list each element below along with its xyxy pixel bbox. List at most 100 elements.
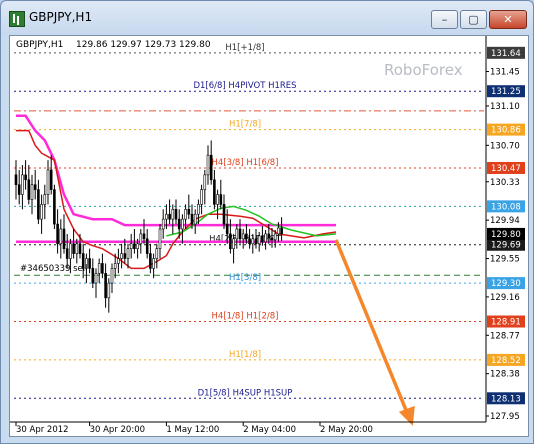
candle-body xyxy=(120,253,123,259)
candle-body xyxy=(277,227,280,235)
level-label: H1[7/8] xyxy=(229,120,261,130)
candle-body xyxy=(257,235,261,245)
candle-body xyxy=(62,228,66,249)
candle-body xyxy=(78,243,82,254)
price-tag-label: 128.13 xyxy=(491,394,521,404)
candle-body xyxy=(24,174,27,181)
price-tick-label: 128.77 xyxy=(490,331,520,341)
price-tick-label: 131.45 xyxy=(490,68,520,78)
time-tick-label: 30 Apr 20:00 xyxy=(90,425,145,435)
candle-body xyxy=(129,243,133,249)
candle-body xyxy=(30,184,34,200)
symbol-label: GBPJPY,H1 xyxy=(16,40,63,50)
time-tick-label: 2 May 20:00 xyxy=(320,425,373,435)
candle-body xyxy=(161,218,165,230)
level-label: H1[3/8] xyxy=(229,273,261,283)
candle-body xyxy=(101,263,104,274)
candle-body xyxy=(158,228,162,249)
candle-body xyxy=(264,233,267,243)
candle-body xyxy=(200,189,203,205)
window-title: GBPJPY,H1 xyxy=(29,10,93,24)
candle-body xyxy=(241,233,245,240)
candle-body xyxy=(21,174,24,195)
price-tag-label: 129.69 xyxy=(491,241,521,251)
level-label: H1[1/8] xyxy=(229,350,261,360)
level-label: H1[+1/8] xyxy=(225,43,264,53)
price-tag-label: 131.25 xyxy=(491,87,521,97)
title-bar[interactable]: GBPJPY,H1 – ▢ ✕ xyxy=(1,1,533,35)
candle-body xyxy=(206,154,210,176)
candle-body xyxy=(117,258,120,264)
candle-body xyxy=(59,228,63,245)
candle-body xyxy=(209,154,213,181)
candle-body xyxy=(49,169,53,190)
maximize-button[interactable]: ▢ xyxy=(460,10,487,29)
candle-body xyxy=(197,204,200,215)
candle-body xyxy=(177,218,181,230)
time-tick-label: 30 Apr 2012 xyxy=(16,425,69,435)
candle-body xyxy=(142,233,146,240)
candle-body xyxy=(280,227,283,235)
chart-area[interactable]: GBPJPY,H1 129.86 129.97 129.73 129.80 Ro… xyxy=(9,35,529,437)
candle-body xyxy=(235,228,239,240)
candle-body xyxy=(181,218,184,230)
candle-body xyxy=(88,258,91,269)
level-label: H4[3/8] H1[6/8] xyxy=(212,158,279,168)
candle-body xyxy=(251,238,255,245)
candle-body xyxy=(232,238,235,249)
candle-body xyxy=(46,169,50,195)
candle-body xyxy=(187,209,191,215)
candle-body xyxy=(219,194,223,205)
candle-body xyxy=(97,263,101,274)
candle-body xyxy=(69,243,72,259)
price-tag-label: 131.64 xyxy=(491,49,521,59)
candle-body xyxy=(43,194,47,205)
candle-body xyxy=(190,213,194,225)
watermark: RoboForex xyxy=(384,61,463,79)
candle-body xyxy=(136,243,139,249)
price-tag-label: 128.91 xyxy=(491,318,521,328)
candle-body xyxy=(248,238,251,245)
price-tick-label: 129.55 xyxy=(490,255,520,265)
candle-body xyxy=(229,233,232,249)
candle-body xyxy=(17,184,21,195)
candle-body xyxy=(203,174,207,190)
close-icon: ✕ xyxy=(503,13,513,26)
price-scale[interactable]: 131.45 131.10 130.70 130.33 129.94 129.55 129.… xyxy=(485,36,525,422)
minimize-icon: – xyxy=(441,13,448,26)
candle-body xyxy=(107,282,111,299)
candle-body xyxy=(72,243,75,254)
price-tag-label: 128.52 xyxy=(491,356,521,366)
candle-body xyxy=(174,209,178,220)
price-tick-label: 129.94 xyxy=(490,216,520,226)
candle-body xyxy=(14,174,18,186)
candle-body xyxy=(193,213,197,225)
price-chart[interactable]: GBPJPY,H1 129.86 129.97 129.73 129.80 Ro… xyxy=(10,36,528,436)
price-tick-label: 130.70 xyxy=(490,141,520,151)
time-tick-label: 2 May 04:00 xyxy=(243,425,296,435)
candle-body xyxy=(123,253,127,259)
candle-body xyxy=(168,213,171,220)
time-tick-label: 1 May 12:00 xyxy=(166,425,219,435)
candle-body xyxy=(133,243,136,249)
level-label: D1[5/8] H4SUP H1SUP xyxy=(198,388,293,398)
candle-body xyxy=(65,248,69,259)
candle-body xyxy=(171,209,175,220)
candle-body xyxy=(216,194,219,205)
price-tag-label: 130.08 xyxy=(491,202,521,212)
candle-body xyxy=(155,248,159,259)
candle-body xyxy=(184,209,187,220)
price-tick-label: 128.38 xyxy=(490,370,520,380)
candle-body xyxy=(37,189,40,220)
candle-body xyxy=(104,272,107,299)
candle-body xyxy=(165,213,168,220)
candle-body xyxy=(53,189,56,225)
candle-body xyxy=(222,204,226,225)
price-tag-label: 130.86 xyxy=(491,126,521,136)
close-button[interactable]: ✕ xyxy=(489,10,527,29)
minimize-button[interactable]: – xyxy=(431,10,458,29)
price-tag-label: 129.80 xyxy=(491,230,521,240)
candle-body xyxy=(94,272,98,284)
candle-body xyxy=(267,233,271,239)
price-tick-label: 127.95 xyxy=(490,412,520,422)
